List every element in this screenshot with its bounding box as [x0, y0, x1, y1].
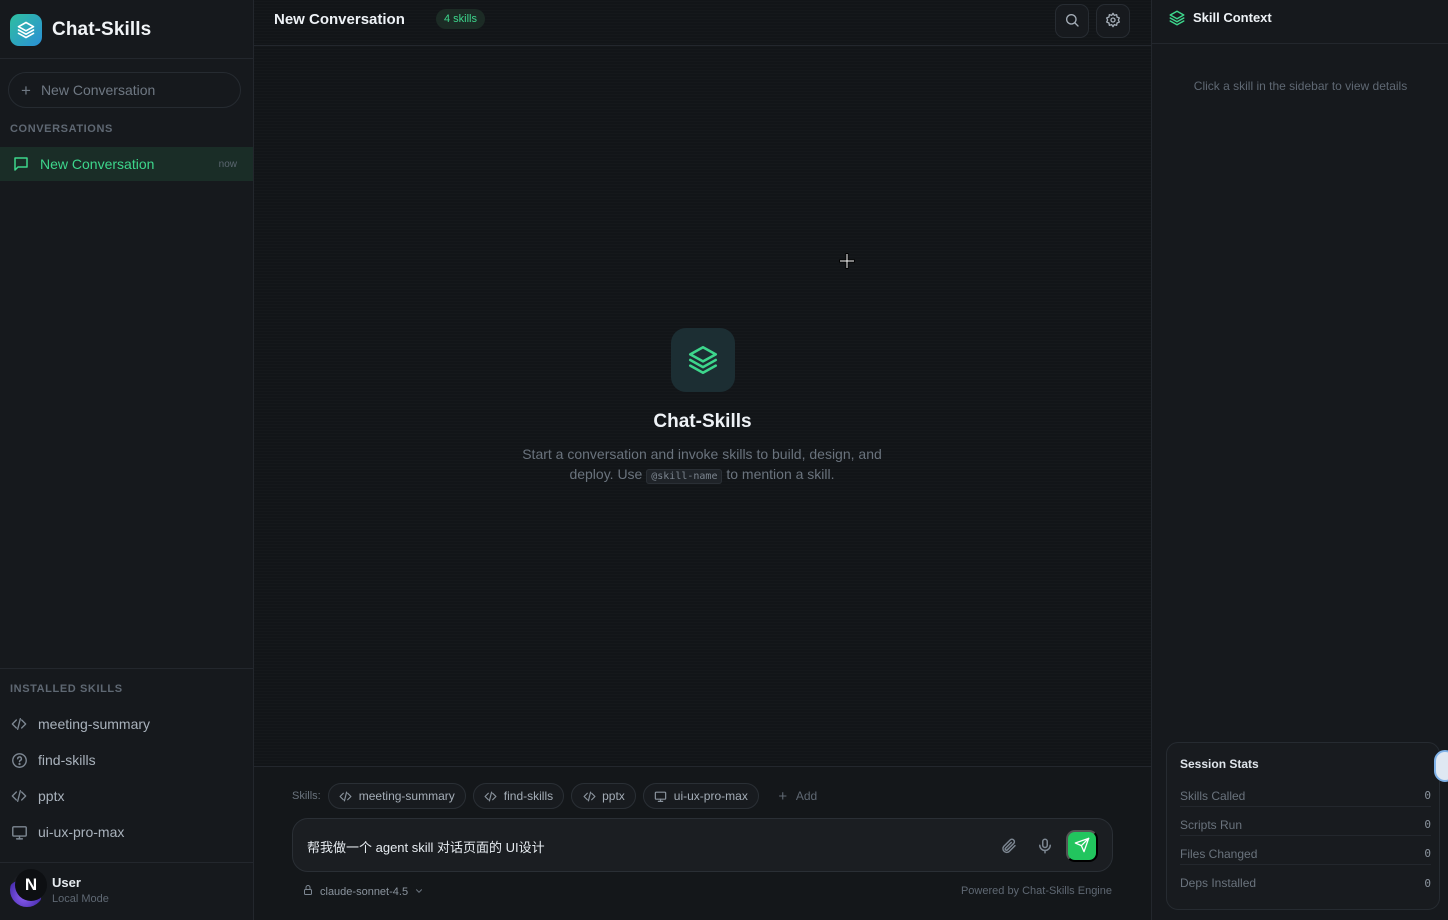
settings-button[interactable]	[1096, 4, 1130, 38]
message-input-box: 帮我做一个 agent skill 对话页面的 UI设计	[292, 818, 1113, 872]
skill-context-panel: Skill Context Click a skill in the sideb…	[1151, 0, 1448, 920]
stat-row: Files Changed 0	[1180, 843, 1431, 865]
new-conversation-button[interactable]: + New Conversation	[8, 72, 241, 108]
app-window: Chat-Skills + New Conversation CONVERSAT…	[0, 0, 1448, 920]
send-icon	[1074, 837, 1090, 856]
search-icon	[1064, 12, 1080, 31]
welcome-description: Start a conversation and invoke skills t…	[502, 444, 902, 487]
user-profile[interactable]: N User Local Mode	[10, 869, 109, 910]
conversation-item[interactable]: New Conversation now	[0, 147, 253, 181]
stat-row: Scripts Run 0	[1180, 814, 1431, 836]
skill-label: find-skills	[38, 752, 96, 768]
floating-assistant-icon[interactable]	[1434, 750, 1448, 782]
composer: Skills: meeting-summary find-skills pptx…	[254, 766, 1151, 920]
layers-icon	[671, 328, 735, 392]
skill-chip-meeting-summary[interactable]: meeting-summary	[327, 783, 466, 809]
sidebar-skill-find-skills[interactable]: find-skills	[10, 746, 244, 774]
divider	[0, 668, 253, 669]
code-icon	[484, 789, 498, 803]
powered-by-text: Powered by Chat-Skills Engine	[960, 885, 1112, 897]
stat-label: Skills Called	[1180, 788, 1246, 803]
skill-label: pptx	[38, 788, 65, 804]
send-button[interactable]	[1066, 830, 1098, 862]
message-square-icon	[11, 154, 31, 174]
code-icon	[10, 715, 28, 733]
code-icon	[10, 787, 28, 805]
skill-chip-ui-ux-pro-max[interactable]: ui-ux-pro-max	[642, 783, 759, 809]
monitor-icon	[654, 789, 668, 803]
microphone-icon[interactable]	[1035, 836, 1055, 856]
welcome-title: Chat-Skills	[653, 411, 752, 432]
message-input[interactable]: 帮我做一个 agent skill 对话页面的 UI设计	[307, 819, 987, 873]
model-name: claude-sonnet-4.5	[320, 886, 409, 898]
skill-label: meeting-summary	[38, 716, 151, 732]
add-skill-button[interactable]: + Add	[766, 783, 827, 809]
skills-count-badge: 4 skills	[436, 9, 486, 29]
stat-value: 0	[1424, 876, 1431, 890]
stats-title: Session Stats	[1180, 757, 1259, 771]
sidebar-skill-meeting-summary[interactable]: meeting-summary	[10, 710, 244, 738]
brand-title: Chat-Skills	[52, 19, 152, 40]
skill-chip-find-skills[interactable]: find-skills	[472, 783, 565, 809]
lock-icon	[302, 883, 314, 901]
stat-label: Scripts Run	[1180, 817, 1243, 832]
chip-label: find-skills	[503, 789, 554, 803]
chevron-down-icon	[414, 883, 424, 901]
chat-main: New Conversation 4 skills Chat-Skills St…	[254, 0, 1151, 920]
divider	[0, 58, 253, 59]
avatar-initial: N	[15, 869, 47, 901]
help-circle-icon	[10, 751, 28, 769]
sidebar-skill-pptx[interactable]: pptx	[10, 782, 244, 810]
welcome-desc-text: to mention a skill.	[722, 466, 835, 482]
stat-row: Skills Called 0	[1180, 785, 1431, 807]
monitor-icon	[10, 823, 28, 841]
chip-label: ui-ux-pro-max	[673, 789, 748, 803]
paperclip-icon[interactable]	[999, 836, 1019, 856]
panel-title: Skill Context	[1193, 10, 1272, 25]
user-name: User	[52, 875, 81, 890]
stat-value: 0	[1424, 847, 1431, 860]
chat-header: New Conversation 4 skills	[254, 0, 1151, 46]
plus-icon: +	[21, 80, 31, 100]
skill-label: ui-ux-pro-max	[38, 824, 125, 840]
sidebar: Chat-Skills + New Conversation CONVERSAT…	[0, 0, 254, 920]
skills-row-label: Skills:	[292, 790, 321, 802]
skill-chips-row: Skills: meeting-summary find-skills pptx…	[292, 783, 834, 809]
chip-label: meeting-summary	[358, 789, 455, 803]
add-label: Add	[795, 789, 818, 803]
page-title: New Conversation	[274, 11, 405, 28]
layers-logo-icon	[10, 14, 42, 46]
cursor-crosshair-icon	[839, 253, 855, 269]
conversation-time: now	[218, 158, 237, 170]
stat-row: Deps Installed 0	[1180, 872, 1431, 894]
model-selector[interactable]: claude-sonnet-4.5	[302, 884, 424, 900]
code-icon	[339, 789, 353, 803]
conversation-label: New Conversation	[40, 156, 155, 172]
new-conversation-label: New Conversation	[40, 82, 156, 98]
installed-skills-heading: INSTALLED SKILLS	[10, 683, 123, 695]
gear-icon	[1105, 12, 1121, 31]
chip-label: pptx	[602, 789, 625, 803]
layers-icon	[1168, 9, 1186, 27]
stat-value: 0	[1424, 789, 1431, 802]
user-mode: Local Mode	[52, 893, 109, 905]
code-icon	[582, 789, 596, 803]
search-button[interactable]	[1055, 4, 1089, 38]
brand: Chat-Skills	[10, 14, 151, 46]
user-info: User Local Mode	[52, 875, 109, 905]
sidebar-skill-ui-ux-pro-max[interactable]: ui-ux-pro-max	[10, 818, 244, 846]
stat-label: Files Changed	[1180, 846, 1258, 861]
divider	[0, 862, 253, 863]
stat-value: 0	[1424, 818, 1431, 831]
skill-chip-pptx[interactable]: pptx	[571, 783, 636, 809]
skill-mention-code: @skill-name	[646, 469, 723, 484]
plus-icon: +	[778, 787, 788, 805]
stat-label: Deps Installed	[1180, 876, 1257, 890]
avatar: N	[10, 869, 47, 907]
panel-header: Skill Context	[1152, 0, 1448, 44]
panel-hint: Click a skill in the sidebar to view det…	[1193, 79, 1408, 93]
session-stats-card: Session Stats Skills Called 0 Scripts Ru…	[1166, 742, 1440, 910]
conversations-heading: CONVERSATIONS	[10, 123, 113, 135]
